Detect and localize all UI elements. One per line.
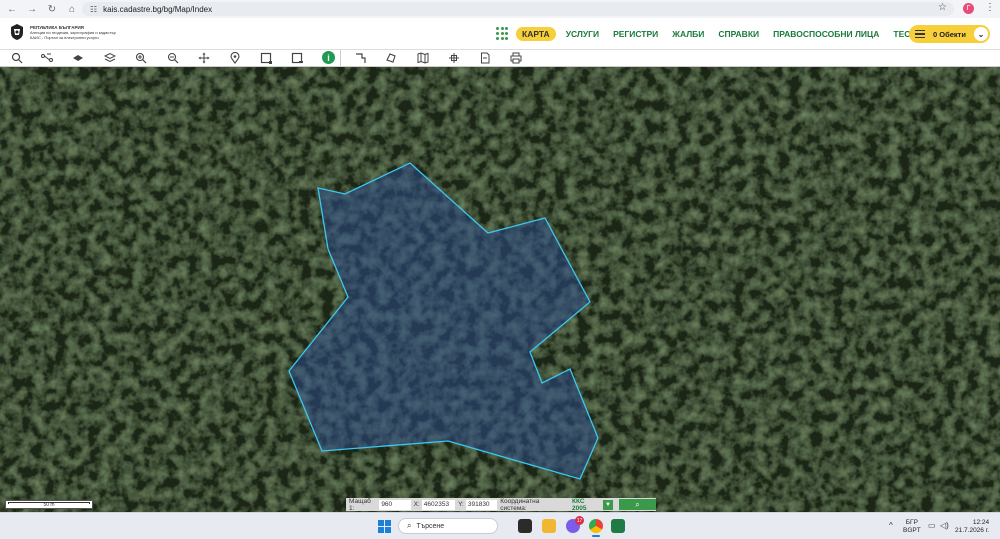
objects-button[interactable]: 0 Обекти ⌄ bbox=[909, 25, 990, 43]
site-header: РЕПУБЛИКА БЪЛГАРИЯ Агенция по геодезия, … bbox=[0, 18, 1000, 50]
volume-icon[interactable]: ◁) bbox=[940, 521, 949, 530]
forward-icon[interactable]: → bbox=[24, 1, 40, 17]
language-bottom: BGPT bbox=[903, 527, 921, 534]
objects-label: 0 Обекти bbox=[933, 29, 966, 39]
agency-logo[interactable]: РЕПУБЛИКА БЪЛГАРИЯ Агенция по геодезия, … bbox=[8, 23, 116, 41]
coordinate-search-icon[interactable]: ⌕ bbox=[618, 499, 656, 510]
excel-icon[interactable] bbox=[611, 519, 625, 533]
menu-item-complaints[interactable]: ЖАЛБИ bbox=[672, 27, 704, 41]
y-label: Y: bbox=[458, 501, 464, 508]
polygon-icon[interactable] bbox=[384, 51, 398, 65]
x-coordinate-input[interactable]: 4602353 bbox=[421, 499, 456, 510]
main-menu: КАРТА УСЛУГИ РЕГИСТРИ ЖАЛБИ СПРАВКИ ПРАВ… bbox=[496, 26, 929, 42]
menu-item-licensed-persons[interactable]: ПРАВОСПОСОБНИ ЛИЦА bbox=[773, 27, 879, 41]
windows-taskbar: ⌕ Търсене 17 ^ БГР BGPT ▭ ◁) 12:24 21.7.… bbox=[0, 512, 1000, 539]
search-icon: ⌕ bbox=[407, 521, 412, 530]
x-label: X: bbox=[413, 501, 420, 508]
chevron-up-icon[interactable]: ^ bbox=[889, 521, 893, 530]
menu-item-registers[interactable]: РЕГИСТРИ bbox=[613, 27, 658, 41]
file-explorer-icon[interactable] bbox=[542, 519, 556, 533]
messaging-app-icon[interactable]: 17 bbox=[566, 516, 584, 533]
windows-start-icon[interactable] bbox=[378, 520, 391, 533]
chevron-down-icon[interactable]: ▼ bbox=[603, 499, 613, 510]
apps-grid-icon[interactable] bbox=[496, 27, 510, 41]
task-view-icon[interactable] bbox=[518, 519, 532, 533]
map-canvas[interactable] bbox=[0, 67, 1000, 512]
pan-icon[interactable] bbox=[197, 51, 211, 65]
logo-text: РЕПУБЛИКА БЪЛГАРИЯ Агенция по геодезия, … bbox=[30, 25, 116, 40]
browser-menu-icon[interactable]: ⋮ bbox=[985, 2, 995, 13]
profile-avatar[interactable]: Г bbox=[963, 3, 974, 14]
coat-of-arms-icon bbox=[8, 23, 26, 41]
site-info-icon[interactable]: ☷ bbox=[90, 5, 97, 14]
pin-icon[interactable] bbox=[228, 51, 242, 65]
polyline-icon[interactable] bbox=[353, 51, 367, 65]
chrome-icon[interactable] bbox=[589, 519, 603, 537]
select-rect-icon[interactable] bbox=[259, 51, 273, 65]
coordinate-system-label: Координатна система: bbox=[500, 497, 540, 512]
browser-bar: ← → ↻ ⌂ ☷ kais.cadastre.bg/bg/Map/Index … bbox=[0, 0, 1000, 18]
scale-bar: 50 m bbox=[5, 500, 93, 509]
clock-date: 21.7.2026 г. bbox=[955, 527, 990, 534]
layers-icon[interactable] bbox=[71, 51, 85, 65]
notification-badge: 17 bbox=[575, 516, 584, 525]
toolbar-divider bbox=[340, 50, 341, 67]
select-rect-clear-icon[interactable] bbox=[290, 51, 304, 65]
crosshair-icon[interactable] bbox=[447, 51, 461, 65]
clock-time: 12:24 bbox=[972, 519, 990, 526]
menu-item-services[interactable]: УСЛУГИ bbox=[566, 27, 599, 41]
document-icon[interactable] bbox=[478, 51, 492, 65]
bookmark-star-icon[interactable]: ☆ bbox=[938, 2, 947, 13]
clock[interactable]: 12:24 21.7.2026 г. bbox=[955, 519, 989, 535]
scale-ratio-input[interactable]: 960 bbox=[379, 499, 411, 510]
taskbar-search-input[interactable]: ⌕ Търсене bbox=[398, 518, 498, 534]
home-icon[interactable]: ⌂ bbox=[64, 1, 80, 17]
y-coordinate-input[interactable]: 391830 bbox=[465, 499, 498, 510]
satellite-imagery bbox=[0, 67, 1000, 512]
measure-icon[interactable] bbox=[40, 51, 54, 65]
chevron-down-icon: ⌄ bbox=[974, 27, 988, 41]
coordinate-bar: Мащаб 1: 960 X: 4602353 Y: 391830 Коорди… bbox=[346, 497, 656, 512]
search-icon[interactable] bbox=[10, 51, 24, 65]
logo-line3: КАИС - Портал за електронни услуги bbox=[30, 34, 99, 40]
logo-line2: Агенция по геодезия, картография и кадас… bbox=[30, 29, 116, 35]
print-icon[interactable] bbox=[509, 51, 523, 65]
menu-item-map[interactable]: КАРТА bbox=[516, 27, 556, 41]
back-icon[interactable]: ← bbox=[4, 1, 20, 17]
url-text: kais.cadastre.bg/bg/Map/Index bbox=[103, 4, 213, 14]
language-indicator[interactable]: БГР BGPT bbox=[903, 519, 921, 535]
language-top: БГР bbox=[905, 519, 918, 526]
monitor-icon[interactable]: ▭ bbox=[928, 521, 936, 530]
map-toolbar: i bbox=[0, 50, 1000, 67]
coordinate-system-value[interactable]: ККС 2005 bbox=[572, 498, 600, 512]
menu-item-reports[interactable]: СПРАВКИ bbox=[718, 27, 759, 41]
map-icon[interactable] bbox=[416, 51, 430, 65]
address-bar[interactable]: ☷ kais.cadastre.bg/bg/Map/Index bbox=[82, 2, 954, 16]
layers-stack-icon[interactable] bbox=[103, 51, 117, 65]
zoom-in-icon[interactable] bbox=[134, 51, 148, 65]
scale-ratio-label: Мащаб 1: bbox=[349, 497, 371, 512]
zoom-out-icon[interactable] bbox=[166, 51, 180, 65]
hamburger-icon bbox=[915, 29, 925, 39]
taskbar-search-placeholder: Търсене bbox=[416, 522, 445, 530]
reload-icon[interactable]: ↻ bbox=[44, 1, 60, 17]
info-icon[interactable]: i bbox=[322, 51, 335, 64]
